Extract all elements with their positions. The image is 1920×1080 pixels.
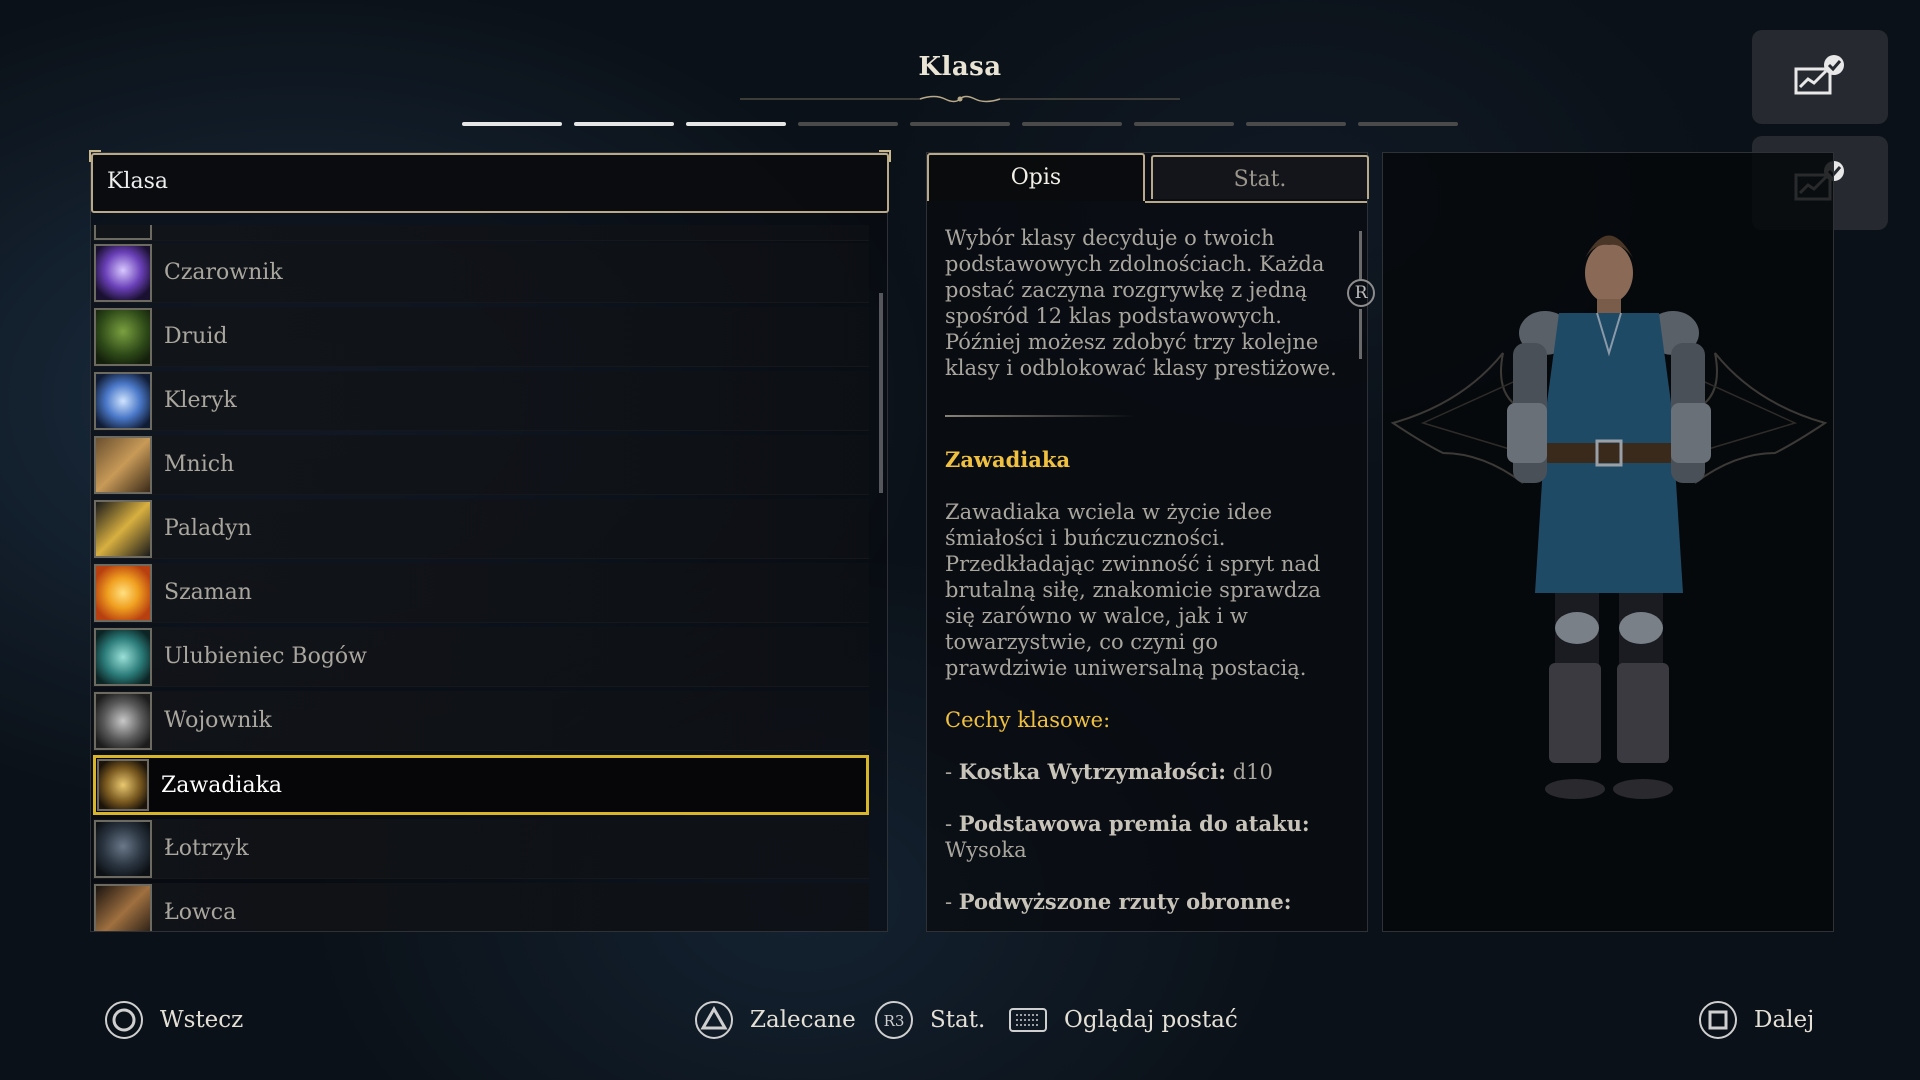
next-label: Dalej	[1754, 1007, 1815, 1033]
list-item-mnich[interactable]: Mnich	[93, 435, 869, 495]
chart-check-icon	[1794, 55, 1844, 95]
progress-step	[1134, 122, 1234, 126]
list-item-label: Mnich	[164, 452, 235, 477]
description-scrollbar-track	[1359, 309, 1362, 359]
circle-button-icon	[104, 1000, 144, 1040]
list-item-szaman[interactable]: Szaman	[93, 563, 869, 623]
page-title: Klasa	[918, 52, 1002, 82]
next-prompt[interactable]: Dalej	[1698, 1000, 1814, 1040]
tab-opis[interactable]: Opis	[927, 153, 1145, 201]
list-item-ulubieniec-bogow[interactable]: Ulubieniec Bogów	[93, 627, 869, 687]
stats-prompt[interactable]: R3 Stat.	[874, 1000, 985, 1040]
intro-text: Wybór klasy decyduje o twoich podstawowy…	[945, 226, 1337, 380]
description-scrollbar[interactable]	[1359, 231, 1362, 281]
trait-item: - Podwyższone rzuty obronne:	[945, 889, 1292, 914]
back-label: Wstecz	[160, 1007, 244, 1033]
list-item-lowca[interactable]: Łowca	[93, 883, 869, 931]
list-item-label: Ulubieniec Bogów	[164, 644, 367, 669]
trait-name: Podwyższone rzuty obronne:	[958, 889, 1292, 914]
triangle-button-icon	[694, 1000, 734, 1040]
view-character-prompt[interactable]: Oglądaj postać	[1008, 1000, 1238, 1040]
monk-fist-icon	[94, 435, 152, 494]
favored-soul-icon	[94, 627, 152, 686]
class-name-heading: Zawadiaka	[945, 447, 1071, 472]
list-item-label: Wojownik	[164, 708, 272, 733]
list-item-kleryk[interactable]: Kleryk	[93, 371, 869, 431]
list-item-label: Szaman	[164, 580, 252, 605]
list-item-czarownik[interactable]: Czarownik	[93, 243, 869, 303]
square-button-icon	[1698, 1000, 1738, 1040]
title-ornament	[740, 95, 1180, 103]
list-item-label: Kleryk	[164, 388, 237, 413]
tab-stat[interactable]: Stat.	[1151, 155, 1369, 199]
class-list[interactable]: Czarownik Druid Kleryk Mnich Paladyn Sza…	[91, 225, 879, 931]
list-item-paladyn[interactable]: Paladyn	[93, 499, 869, 559]
paladin-sword-icon	[94, 499, 152, 558]
ranger-bow-icon	[94, 883, 152, 931]
character-model	[1390, 235, 1828, 799]
touchpad-button-icon	[1008, 1005, 1048, 1035]
right-stick-scroll-icon: R	[1347, 279, 1375, 307]
r3-text: R3	[884, 1012, 905, 1030]
class-list-header: Klasa	[89, 150, 891, 213]
progress-step	[462, 122, 562, 126]
recommended-prompt[interactable]: Zalecane	[694, 1000, 856, 1040]
trait-name: Podstawowa premia do ataku:	[958, 811, 1310, 836]
druid-tree-icon	[94, 307, 152, 366]
trait-value: d10	[1232, 760, 1273, 784]
list-item-partial[interactable]	[93, 225, 869, 241]
cleric-icon	[94, 371, 152, 430]
rogue-icon	[94, 819, 152, 878]
progress-step	[686, 122, 786, 126]
list-item-label: Paladyn	[164, 516, 252, 541]
character-preview[interactable]	[1382, 152, 1834, 932]
list-item-wojownik[interactable]: Wojownik	[93, 691, 869, 751]
progress-step	[1022, 122, 1122, 126]
r3-button-icon: R3	[874, 1000, 914, 1040]
tab-underline	[1145, 201, 1367, 203]
list-item-label: Czarownik	[164, 260, 283, 285]
trait-item: - Podstawowa premia do ataku: Wysoka	[945, 811, 1310, 862]
trait-value: Wysoka	[945, 838, 1027, 862]
shaman-spiral-icon	[94, 563, 152, 622]
class-list-panel: Klasa Czarownik Druid Kleryk Mnich Palad…	[89, 150, 891, 932]
trait-item: - Kostka Wytrzymałości: d10	[945, 759, 1273, 784]
progress-step	[910, 122, 1010, 126]
stats-label: Stat.	[930, 1007, 986, 1033]
class-description: Zawadiaka wciela w życie idee śmiałości …	[945, 500, 1321, 680]
progress-step	[1246, 122, 1346, 126]
class-icon	[94, 225, 152, 240]
list-item-druid[interactable]: Druid	[93, 307, 869, 367]
progress-steps	[462, 122, 1458, 126]
compare-stats-button[interactable]	[1752, 30, 1888, 124]
list-item-label: Łowca	[164, 900, 237, 925]
back-prompt[interactable]: Wstecz	[104, 1000, 243, 1040]
view-character-label: Oglądaj postać	[1064, 1007, 1238, 1033]
fighter-icon	[94, 691, 152, 750]
description-panel: Opis Stat. Wybór klasy decyduje o twoich…	[926, 152, 1375, 932]
recommended-label: Zalecane	[750, 1007, 856, 1033]
progress-step	[574, 122, 674, 126]
list-item-label: Zawadiaka	[161, 772, 283, 798]
description-text[interactable]: Wybór klasy decyduje o twoich podstawowy…	[945, 225, 1345, 925]
list-item-label: Łotrzyk	[164, 836, 249, 861]
class-list-scrollbar[interactable]	[879, 293, 883, 493]
sorcerer-icon	[94, 243, 152, 302]
trait-name: Kostka Wytrzymałości:	[958, 759, 1227, 784]
list-item-label: Druid	[164, 324, 228, 349]
traits-heading: Cechy klasowe:	[945, 708, 1111, 732]
progress-step	[1358, 122, 1458, 126]
list-item-zawadiaka[interactable]: Zawadiaka	[93, 755, 869, 815]
list-item-lotrzyk[interactable]: Łotrzyk	[93, 819, 869, 879]
section-divider	[945, 415, 1135, 417]
swashbuckler-icon	[97, 759, 149, 811]
progress-step	[798, 122, 898, 126]
